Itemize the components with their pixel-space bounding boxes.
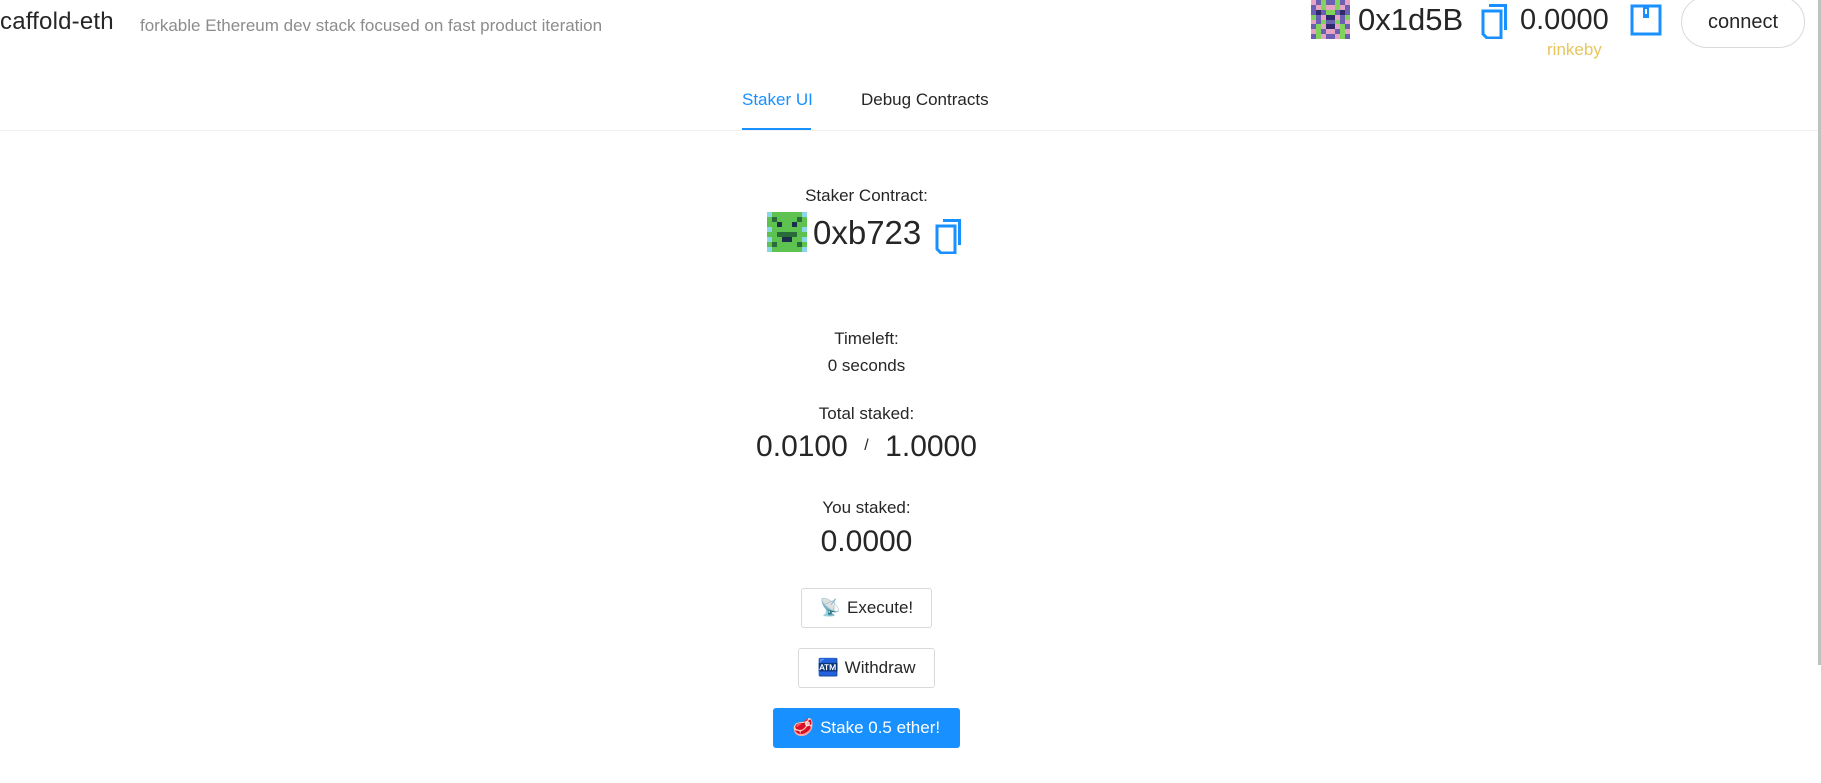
satellite-icon: 📡 <box>819 598 841 618</box>
total-staked-value: 0.0100 <box>756 430 848 463</box>
timeleft-value: 0 seconds <box>827 356 906 375</box>
contract-avatar <box>767 212 807 252</box>
timeleft-label: Timeleft: <box>834 329 899 348</box>
withdraw-button[interactable]: 🏧 Withdraw <box>798 648 935 688</box>
you-staked-value: 0.0000 <box>820 525 913 558</box>
app-tagline: forkable Ethereum dev stack focused on f… <box>140 16 603 35</box>
total-staked-label: Total staked: <box>818 404 915 423</box>
connect-button[interactable]: connect <box>1681 0 1805 48</box>
tab-debug-contracts[interactable]: Debug Contracts <box>861 90 989 110</box>
steak-icon: 🥩 <box>792 718 815 738</box>
page: caffold-eth forkable Ethereum dev stack … <box>0 0 1821 783</box>
tabs-divider <box>0 130 1818 131</box>
avatar-pixel <box>1345 34 1350 39</box>
account-balance: 0.0000 <box>1520 4 1609 36</box>
total-staked-display: 0.0100 / 1.0000 <box>0 430 1733 464</box>
atm-icon: 🏧 <box>817 658 839 678</box>
account-avatar <box>1311 0 1350 39</box>
execute-label: Execute! <box>847 598 914 617</box>
withdraw-label: Withdraw <box>844 658 916 677</box>
copy-icon[interactable] <box>934 218 964 254</box>
separator: / <box>864 436 869 454</box>
contract-address[interactable]: 0xb723 <box>813 214 921 252</box>
execute-button[interactable]: 📡 Execute! <box>801 588 932 628</box>
network-name: rinkeby <box>1547 40 1602 59</box>
contract-label: Staker Contract: <box>805 186 928 205</box>
wallet-icon[interactable] <box>1630 4 1662 36</box>
tab-staker-ui[interactable]: Staker UI <box>742 90 813 110</box>
avatar-pixel <box>802 247 807 252</box>
stake-label: Stake 0.5 ether! <box>820 718 941 737</box>
copy-icon[interactable] <box>1480 3 1510 39</box>
threshold-value: 1.0000 <box>885 430 977 463</box>
account-address[interactable]: 0x1d5B <box>1358 2 1463 38</box>
you-staked-label: You staked: <box>822 498 911 517</box>
app-title[interactable]: caffold-eth <box>0 8 114 36</box>
contract-address-row: 0xb723 <box>767 212 967 254</box>
stake-button[interactable]: 🥩 Stake 0.5 ether! <box>773 708 960 748</box>
